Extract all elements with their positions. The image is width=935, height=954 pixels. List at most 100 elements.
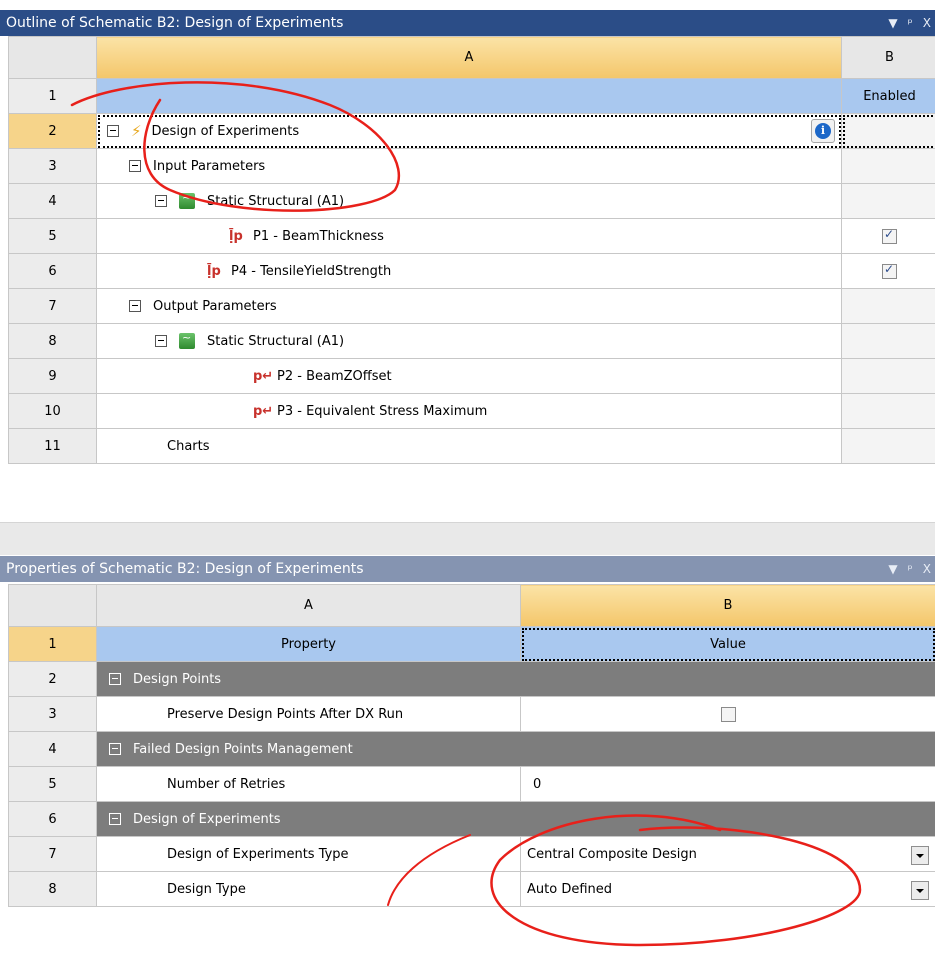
info-button[interactable]: i <box>811 119 835 143</box>
enabled-header: Enabled <box>841 78 935 114</box>
static-structural-label: Static Structural (A1) <box>207 333 345 349</box>
table-row[interactable]: 1 Enabled <box>8 78 935 114</box>
pin-icon[interactable]: ᵖ <box>908 556 913 582</box>
properties-col-a-header[interactable]: A <box>96 584 521 627</box>
param-p4-enabled-checkbox[interactable] <box>882 262 897 279</box>
table-row[interactable]: 3 Input Parameters <box>8 148 935 184</box>
table-row[interactable]: 9 p↵ P2 - BeamZOffset <box>8 358 935 394</box>
param-p4-enabled-cell <box>841 253 935 289</box>
preserve-design-points-checkbox[interactable] <box>720 706 736 722</box>
table-row[interactable]: 11 Charts <box>8 428 935 464</box>
collapse-icon[interactable] <box>109 673 121 685</box>
lightning-icon: ⚡ <box>131 122 142 140</box>
outline-table: A B 1 Enabled 2 ⚡ Design of Experiments … <box>8 36 935 464</box>
outline-row-7-b <box>841 288 935 324</box>
design-type-select[interactable]: Auto Defined <box>520 871 935 907</box>
doe-type-select[interactable]: Central Composite Design <box>520 836 935 872</box>
output-parameters-node[interactable]: Output Parameters <box>96 288 842 324</box>
param-p1-enabled-checkbox[interactable] <box>882 227 897 244</box>
collapse-icon[interactable] <box>107 125 119 137</box>
number-of-retries-value[interactable]: 0 <box>520 766 935 802</box>
panel-splitter[interactable] <box>0 522 935 555</box>
collapse-icon[interactable] <box>129 160 141 172</box>
collapse-icon[interactable] <box>129 300 141 312</box>
table-row[interactable]: 1 Property Value <box>8 626 935 662</box>
info-icon: i <box>815 123 831 139</box>
row-number: 1 <box>8 78 97 114</box>
param-p1-enabled-cell <box>841 218 935 254</box>
preserve-design-points-value <box>520 696 935 732</box>
doe-type-label: Design of Experiments Type <box>167 846 349 862</box>
param-p3-label: P3 - Equivalent Stress Maximum <box>277 403 488 419</box>
pin-icon[interactable]: ᵖ <box>908 10 913 36</box>
row-number: 7 <box>8 288 97 324</box>
table-row[interactable]: 4 Static Structural (A1) <box>8 183 935 219</box>
row-number: 8 <box>8 871 97 907</box>
output-parameters-label: Output Parameters <box>153 298 277 314</box>
failed-design-points-group[interactable]: Failed Design Points Management <box>96 731 935 767</box>
param-p4-node[interactable]: ḹp P4 - TensileYieldStrength <box>96 253 842 289</box>
outline-row-9-b <box>841 358 935 394</box>
param-p1-node[interactable]: ḹp P1 - BeamThickness <box>96 218 842 254</box>
static-structural-output-node[interactable]: Static Structural (A1) <box>96 323 842 359</box>
row-number: 9 <box>8 358 97 394</box>
chevron-down-icon[interactable] <box>911 881 929 900</box>
table-row[interactable]: 7 Output Parameters <box>8 288 935 324</box>
close-icon[interactable]: X <box>923 556 931 582</box>
charts-node[interactable]: Charts <box>96 428 842 464</box>
close-icon[interactable]: X <box>923 10 931 36</box>
properties-panel: Properties of Schematic B2: Design of Ex… <box>0 554 935 954</box>
property-header: Property <box>96 626 521 662</box>
table-row[interactable]: 5 Number of Retries 0 <box>8 766 935 802</box>
static-structural-label: Static Structural (A1) <box>207 193 345 209</box>
preserve-design-points-property: Preserve Design Points After DX Run <box>96 696 521 732</box>
table-row[interactable]: 10 p↵ P3 - Equivalent Stress Maximum <box>8 393 935 429</box>
collapse-icon[interactable] <box>155 195 167 207</box>
table-row[interactable]: 8 Design Type Auto Defined <box>8 871 935 907</box>
row-number: 5 <box>8 766 97 802</box>
outline-titlebar: Outline of Schematic B2: Design of Exper… <box>0 10 935 36</box>
table-row[interactable]: 4 Failed Design Points Management <box>8 731 935 767</box>
doe-type-property: Design of Experiments Type <box>96 836 521 872</box>
collapse-icon[interactable] <box>109 743 121 755</box>
row-number: 3 <box>8 148 97 184</box>
row-number: 6 <box>8 801 97 837</box>
value-header[interactable]: Value <box>520 626 935 662</box>
table-row[interactable]: 2 Design Points <box>8 661 935 697</box>
collapse-icon[interactable] <box>155 335 167 347</box>
collapse-icon[interactable] <box>109 813 121 825</box>
doe-type-value: Central Composite Design <box>527 846 697 862</box>
properties-corner <box>8 584 97 627</box>
table-row[interactable]: 7 Design of Experiments Type Central Com… <box>8 836 935 872</box>
param-p3-node[interactable]: p↵ P3 - Equivalent Stress Maximum <box>96 393 842 429</box>
row-number: 7 <box>8 836 97 872</box>
row-number: 3 <box>8 696 97 732</box>
doe-node[interactable]: ⚡ Design of Experiments i <box>96 113 842 149</box>
output-parameter-icon: p↵ <box>253 403 274 419</box>
table-row[interactable]: 2 ⚡ Design of Experiments i <box>8 113 935 149</box>
design-points-group[interactable]: Design Points <box>96 661 935 697</box>
number-of-retries-input[interactable]: 0 <box>522 777 541 792</box>
table-row[interactable]: 6 ḹp P4 - TensileYieldStrength <box>8 253 935 289</box>
doe-group[interactable]: Design of Experiments <box>96 801 935 837</box>
properties-col-b-header[interactable]: B <box>520 584 935 627</box>
row-number: 11 <box>8 428 97 464</box>
table-row[interactable]: 3 Preserve Design Points After DX Run <box>8 696 935 732</box>
row-number: 10 <box>8 393 97 429</box>
dropdown-icon[interactable]: ▼ <box>888 556 897 582</box>
static-structural-input-node[interactable]: Static Structural (A1) <box>96 183 842 219</box>
table-row[interactable]: 6 Design of Experiments <box>8 801 935 837</box>
doe-group-label: Design of Experiments <box>133 811 281 827</box>
param-p1-label: P1 - BeamThickness <box>253 228 384 244</box>
input-parameters-node[interactable]: Input Parameters <box>96 148 842 184</box>
param-p2-node[interactable]: p↵ P2 - BeamZOffset <box>96 358 842 394</box>
table-row[interactable]: 8 Static Structural (A1) <box>8 323 935 359</box>
chevron-down-icon[interactable] <box>911 846 929 865</box>
outline-col-a-header[interactable]: A <box>96 36 842 79</box>
design-type-property: Design Type <box>96 871 521 907</box>
row-number: 6 <box>8 253 97 289</box>
table-row[interactable]: 5 ḹp P1 - BeamThickness <box>8 218 935 254</box>
dropdown-icon[interactable]: ▼ <box>888 10 897 36</box>
outline-col-b-header[interactable]: B <box>841 36 935 79</box>
preserve-design-points-label: Preserve Design Points After DX Run <box>167 706 404 722</box>
